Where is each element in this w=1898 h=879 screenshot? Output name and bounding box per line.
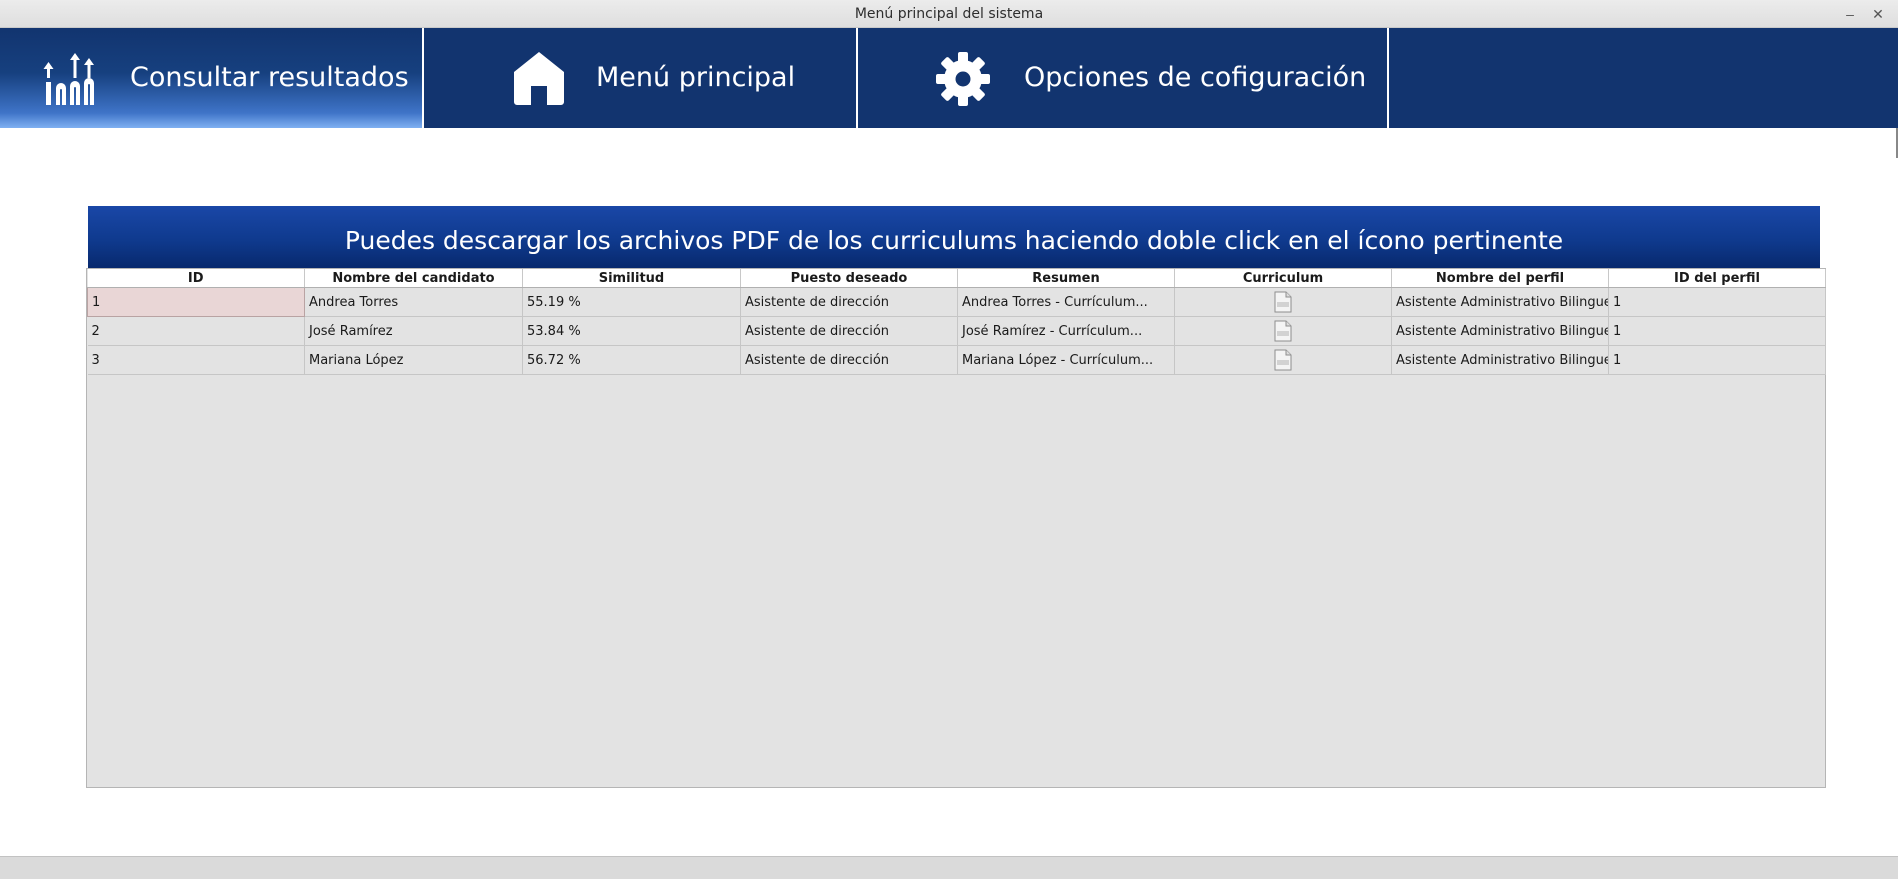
column-header-resumen[interactable]: Resumen: [957, 269, 1175, 288]
cell-resumen[interactable]: Andrea Torres - Currículum...: [957, 287, 1175, 317]
results-grid: ID Nombre del candidato Similitud Puesto…: [87, 269, 1826, 375]
status-strip: [0, 856, 1898, 879]
cell-nombre[interactable]: José Ramírez: [304, 316, 523, 346]
cell-puesto[interactable]: Asistente de dirección: [740, 345, 958, 375]
cell-curriculum[interactable]: [1174, 287, 1392, 317]
column-header-nombre[interactable]: Nombre del candidato: [304, 269, 523, 288]
table-row[interactable]: 3 Mariana López 56.72 % Asistente de dir…: [87, 345, 1826, 375]
cell-similitud[interactable]: 53.84 %: [522, 316, 741, 346]
cell-resumen[interactable]: Mariana López - Currículum...: [957, 345, 1175, 375]
tab-menu-principal[interactable]: Menú principal: [424, 28, 858, 128]
gear-icon: [936, 52, 990, 106]
cell-perfil[interactable]: Asistente Administrativo Bilingue: [1391, 316, 1609, 346]
cell-puesto[interactable]: Asistente de dirección: [740, 316, 958, 346]
cell-id[interactable]: 1: [87, 287, 305, 317]
tab-label: Consultar resultados: [130, 62, 409, 93]
column-header-puesto[interactable]: Puesto deseado: [740, 269, 958, 288]
cell-nombre[interactable]: Mariana López: [304, 345, 523, 375]
column-header-id[interactable]: ID: [87, 269, 305, 288]
pdf-icon[interactable]: [1273, 349, 1293, 371]
cell-perfil[interactable]: Asistente Administrativo Bilingue: [1391, 345, 1609, 375]
column-header-similitud[interactable]: Similitud: [522, 269, 741, 288]
cell-perfil[interactable]: Asistente Administrativo Bilingue: [1391, 287, 1609, 317]
tab-label: Opciones de cofiguración: [1024, 62, 1367, 93]
column-header-curriculum[interactable]: Curriculum: [1174, 269, 1392, 288]
pdf-icon[interactable]: [1273, 320, 1293, 342]
column-header-id-perfil[interactable]: ID del perfil: [1608, 269, 1826, 288]
window-title: Menú principal del sistema: [854, 6, 1044, 22]
cell-id-perfil[interactable]: 1: [1608, 287, 1826, 317]
home-icon: [514, 52, 564, 105]
cell-curriculum[interactable]: [1174, 316, 1392, 346]
cell-id-perfil[interactable]: 1: [1608, 316, 1826, 346]
cell-puesto[interactable]: Asistente de dirección: [740, 287, 958, 317]
cell-nombre[interactable]: Andrea Torres: [304, 287, 523, 317]
results-table: ID Nombre del candidato Similitud Puesto…: [86, 268, 1826, 788]
close-button[interactable]: ✕: [1868, 4, 1888, 24]
instructions-banner: Puedes descargar los archivos PDF de los…: [88, 206, 1820, 268]
cell-curriculum[interactable]: [1174, 345, 1392, 375]
table-row[interactable]: 1 Andrea Torres 55.19 % Asistente de dir…: [87, 287, 1826, 317]
tab-opciones-configuracion[interactable]: Opciones de cofiguración: [858, 28, 1389, 128]
cell-resumen[interactable]: José Ramírez - Currículum...: [957, 316, 1175, 346]
tab-consultar-resultados[interactable]: Consultar resultados: [0, 28, 424, 128]
minimize-button[interactable]: –: [1840, 4, 1860, 24]
nav-bar: Consultar resultados Menú principal Opci…: [0, 28, 1898, 128]
cell-similitud[interactable]: 56.72 %: [522, 345, 741, 375]
cell-id[interactable]: 2: [87, 316, 305, 346]
table-header-row: ID Nombre del candidato Similitud Puesto…: [87, 269, 1826, 288]
title-bar: Menú principal del sistema – ✕: [0, 0, 1898, 28]
cell-similitud[interactable]: 55.19 %: [522, 287, 741, 317]
cell-id[interactable]: 3: [87, 345, 305, 375]
tab-label: Menú principal: [596, 62, 796, 93]
column-header-perfil[interactable]: Nombre del perfil: [1391, 269, 1609, 288]
cell-id-perfil[interactable]: 1: [1608, 345, 1826, 375]
ranking-chart-icon: [43, 53, 94, 105]
table-row[interactable]: 2 José Ramírez 53.84 % Asistente de dire…: [87, 316, 1826, 346]
app-window: Menú principal del sistema – ✕ Consultar…: [0, 0, 1898, 879]
pdf-icon[interactable]: [1273, 291, 1293, 313]
